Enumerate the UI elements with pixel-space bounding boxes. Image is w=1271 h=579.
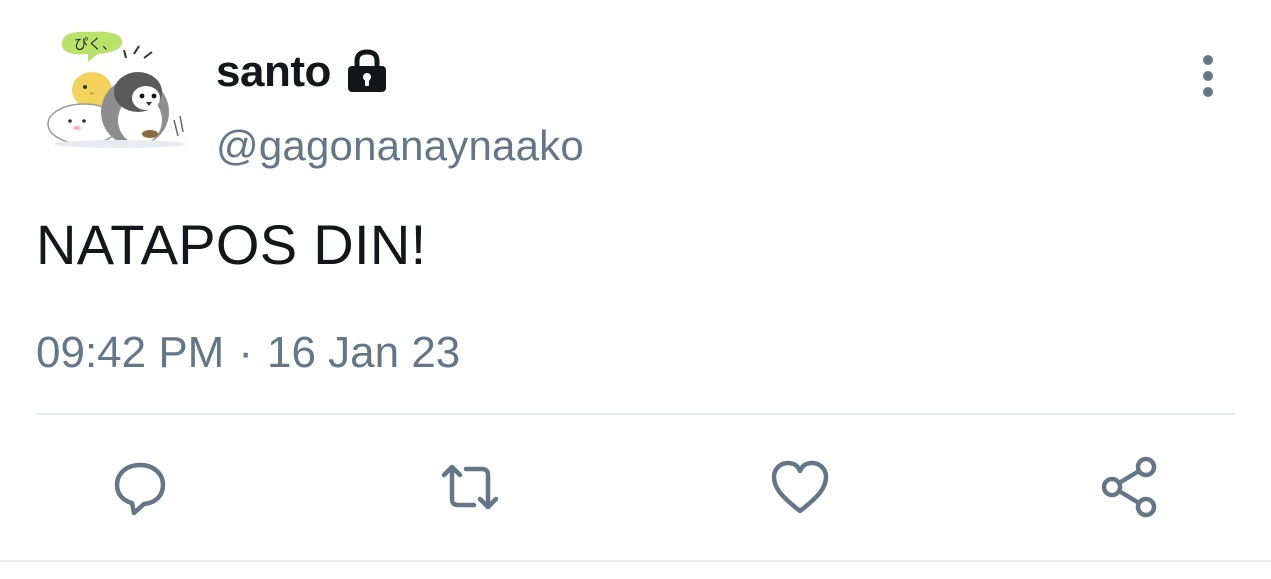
retweet-button[interactable]: [435, 454, 505, 520]
tweet-date: 16 Jan 23: [267, 328, 461, 377]
like-button[interactable]: [765, 454, 835, 520]
lock-icon: [343, 48, 391, 96]
avatar-caption: ぴく、: [74, 37, 116, 53]
tweet-card: ぴく、 santo @gagonanaynaako NATAPOS DIN! 0…: [0, 0, 1271, 579]
share-icon: [1101, 456, 1157, 518]
tweet-time: 09:42 PM: [36, 328, 225, 377]
heart-icon: [771, 460, 829, 514]
display-name[interactable]: santo: [216, 47, 331, 97]
tweet-timestamp[interactable]: 09:42 PM · 16 Jan 23: [36, 328, 460, 378]
user-handle[interactable]: @gagonanaynaako: [216, 122, 584, 170]
avatar-illustration: ぴく、: [47, 31, 186, 148]
avatar[interactable]: ぴく、: [40, 24, 190, 154]
retweet-icon: [441, 464, 499, 510]
timestamp-separator: ·: [238, 328, 253, 377]
reply-button[interactable]: [105, 454, 175, 520]
reply-icon: [114, 462, 166, 516]
display-name-row: santo: [216, 44, 391, 100]
card-bottom-border: [0, 560, 1271, 562]
share-button[interactable]: [1095, 454, 1165, 520]
tweet-text: NATAPOS DIN!: [36, 213, 427, 276]
divider: [36, 413, 1235, 415]
more-vertical-icon[interactable]: [1188, 50, 1228, 102]
